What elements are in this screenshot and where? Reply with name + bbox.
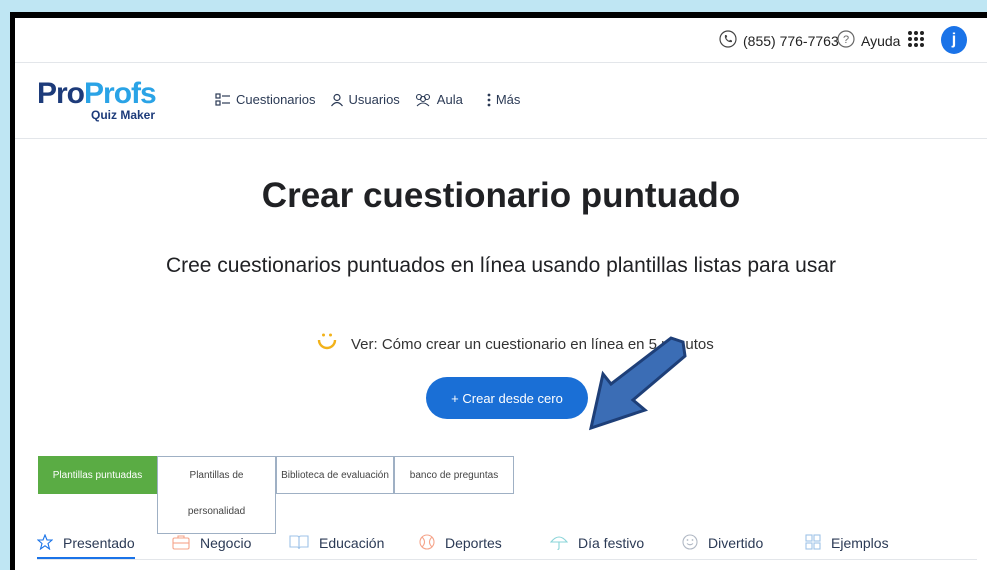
phone-link[interactable]: (855) 776-7763 (719, 30, 839, 51)
svg-text:?: ? (843, 34, 849, 46)
nav-item-usuarios[interactable]: Usuarios (330, 92, 400, 107)
apps-grid-icon[interactable] (906, 29, 926, 49)
phone-number: (855) 776-7763 (743, 32, 839, 49)
logo-profs: Profs (84, 77, 157, 110)
category-presentado[interactable]: Presentado (36, 529, 135, 559)
annotation-arrow-icon (588, 336, 687, 431)
main-nav: ProProfs Quiz Maker Cuestionarios Usuari… (15, 62, 987, 139)
category-educacion[interactable]: Educación (289, 529, 384, 557)
nav-item-label: Aula (436, 92, 463, 107)
tab-plantillas-personalidad[interactable]: Plantillas de personalidad (157, 456, 276, 534)
logo-pro: Pro (37, 77, 85, 110)
help-link[interactable]: ? Ayuda (837, 30, 900, 51)
ball-icon (419, 533, 435, 553)
category-label: Educación (319, 535, 385, 551)
smile-icon (682, 533, 698, 553)
star-icon (36, 533, 54, 553)
tab-plantillas-puntuadas[interactable]: Plantillas puntuadas (38, 456, 157, 494)
category-ejemplos[interactable]: Ejemplos (805, 529, 889, 557)
page: (855) 776-7763 ? Ayuda j ProProfs Quiz M… (15, 18, 987, 570)
category-label: Divertido (708, 535, 764, 551)
smile-loader-icon (315, 330, 339, 358)
category-divertido[interactable]: Divertido (682, 529, 763, 557)
category-negocio[interactable]: Negocio (172, 529, 251, 557)
user-icon (330, 93, 344, 107)
nav-item-mas[interactable]: Más (487, 92, 521, 107)
book-icon (289, 534, 309, 553)
group-icon (414, 93, 432, 107)
nav-item-label: Usuarios (348, 92, 400, 107)
nav-item-cuestionarios[interactable]: Cuestionarios (215, 92, 316, 107)
briefcase-icon (172, 534, 190, 553)
nav-item-label: Más (495, 92, 521, 107)
category-label: Ejemplos (831, 535, 889, 551)
more-vertical-icon (487, 93, 491, 107)
nav-item-aula[interactable]: Aula (414, 92, 463, 107)
avatar[interactable]: j (941, 26, 967, 54)
category-label: Deportes (445, 535, 502, 551)
tab-label-line2: personalidad (187, 506, 246, 517)
tab-banco-preguntas[interactable]: banco de preguntas (394, 456, 514, 494)
tab-label-line1: Plantillas de (189, 470, 244, 481)
umbrella-icon (549, 534, 569, 553)
create-from-scratch-button[interactable]: + Crear desde cero (426, 377, 588, 419)
phone-icon (719, 30, 737, 51)
category-label: Presentado (63, 535, 135, 551)
tab-biblioteca-evaluacion[interactable]: Biblioteca de evaluación (276, 456, 394, 494)
utility-bar: (855) 776-7763 ? Ayuda j (15, 18, 987, 63)
category-deportes[interactable]: Deportes (419, 529, 502, 557)
help-label: Ayuda (861, 32, 901, 49)
page-title: Crear cuestionario puntuado (261, 176, 741, 215)
page-subtitle: Cree cuestionarios puntuados en línea us… (165, 254, 837, 277)
quiz-list-icon (215, 92, 231, 107)
category-label: Negocio (200, 535, 252, 551)
nav-links: Cuestionarios Usuarios Aula Más (215, 92, 534, 107)
category-label: Día festivo (578, 535, 645, 551)
logo-product: Quiz Maker (91, 108, 156, 122)
category-tabs: Presentado Negocio Educación Deportes Dí… (36, 529, 977, 560)
help-icon: ? (837, 30, 855, 51)
nav-item-label: Cuestionarios (236, 92, 316, 107)
grid-icon (805, 533, 821, 553)
category-dia-festivo[interactable]: Día festivo (549, 529, 645, 557)
logo[interactable]: ProProfs Quiz Maker (37, 77, 157, 123)
